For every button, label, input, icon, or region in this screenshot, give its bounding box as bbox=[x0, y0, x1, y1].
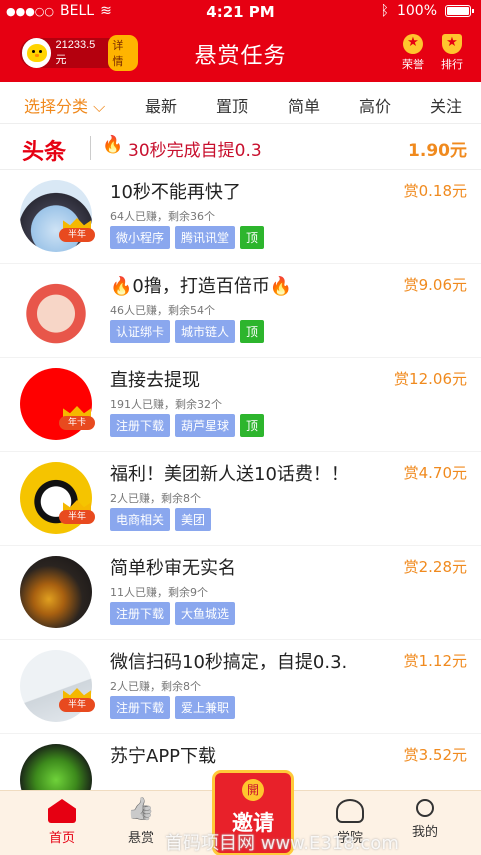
bluetooth-icon: ᛒ bbox=[380, 3, 389, 19]
tag: 微小程序 bbox=[110, 226, 171, 249]
top-tag: 顶 bbox=[240, 414, 265, 437]
task-row[interactable]: 半年 福利！美团新人送10话费！！ 2人已赚，剩余8个 电商相关 美团 赏4.7… bbox=[0, 452, 481, 546]
task-row[interactable]: 简单秒审无实名 11人已赚，剩余9个 注册下载 大鱼城选 赏2.28元 bbox=[0, 546, 481, 640]
avatar bbox=[20, 556, 92, 628]
filter-pinned[interactable]: 置顶 bbox=[216, 93, 248, 117]
honor-label: 荣誉 bbox=[402, 58, 424, 71]
medal-icon bbox=[403, 34, 423, 54]
tab-home[interactable]: 首页 bbox=[32, 799, 92, 846]
task-title: 苏宁APP下载 bbox=[110, 746, 217, 767]
filter-simple[interactable]: 简单 bbox=[288, 93, 320, 117]
filter-bar: 选择分类 ⌵ 最新 置顶 简单 高价 关注 bbox=[0, 82, 481, 124]
trophy-icon bbox=[442, 34, 462, 54]
rank-button[interactable]: 排行 bbox=[437, 34, 467, 72]
task-reward: 赏1.12元 bbox=[403, 652, 467, 670]
task-tags: 微小程序 腾讯讯堂 顶 bbox=[110, 226, 265, 249]
task-title: 福利！美团新人送10话费！！ bbox=[110, 464, 349, 485]
tag: 认证绑卡 bbox=[110, 320, 171, 343]
headline-text: 30秒完成自提0.3 bbox=[128, 141, 262, 161]
tab-me[interactable]: 我的 bbox=[395, 799, 455, 840]
tab-home-label: 首页 bbox=[48, 831, 75, 846]
task-row[interactable]: 🔥0撸，打造百倍币🔥 46人已赚，剩余54个 认证绑卡 城市链人 顶 赏9.06… bbox=[0, 264, 481, 358]
tag: 美团 bbox=[175, 508, 212, 531]
filter-category[interactable]: 选择分类 ⌵ bbox=[24, 93, 105, 117]
task-tags: 注册下载 大鱼城选 bbox=[110, 602, 236, 625]
task-row[interactable]: 年卡 直接去提现 191人已赚，剩余32个 注册下载 葫芦星球 顶 赏12.06… bbox=[0, 358, 481, 452]
task-reward: 赏9.06元 bbox=[403, 276, 467, 294]
task-meta: 191人已赚，剩余32个 bbox=[110, 398, 222, 411]
filter-follow[interactable]: 关注 bbox=[430, 93, 462, 117]
task-row[interactable]: 半年 微信扫码10秒搞定，自提0.3. 2人已赚，剩余8个 注册下载 爱上兼职 … bbox=[0, 640, 481, 734]
honor-button[interactable]: 荣誉 bbox=[398, 34, 428, 72]
avatar bbox=[20, 274, 92, 346]
task-reward: 赏2.28元 bbox=[403, 558, 467, 576]
task-title: 简单秒审无实名 bbox=[110, 558, 236, 579]
filter-latest[interactable]: 最新 bbox=[145, 93, 177, 117]
headline-row[interactable]: 头条 🔥 30秒完成自提0.3 1.90元 bbox=[0, 124, 481, 170]
badge: 半年 bbox=[59, 500, 95, 524]
task-title: 🔥0撸，打造百倍币🔥 bbox=[110, 276, 293, 297]
headline-price: 1.90元 bbox=[408, 141, 467, 161]
watermark: 首码项目网 www.E318.com bbox=[165, 833, 399, 854]
battery-label: 100% bbox=[396, 3, 437, 19]
thumbs-up-icon bbox=[127, 799, 155, 823]
tag: 大鱼城选 bbox=[175, 602, 236, 625]
task-meta: 11人已赚，剩余9个 bbox=[110, 586, 208, 599]
rank-label: 排行 bbox=[441, 58, 463, 71]
task-title: 微信扫码10秒搞定，自提0.3. bbox=[110, 652, 348, 673]
home-icon bbox=[48, 799, 76, 823]
filter-high-price[interactable]: 高价 bbox=[359, 93, 391, 117]
task-meta: 64人已赚，剩余36个 bbox=[110, 210, 215, 223]
tab-reward[interactable]: 悬赏 bbox=[111, 799, 171, 846]
badge: 半年 bbox=[59, 688, 95, 712]
chevron-down-icon: ⌵ bbox=[93, 97, 106, 116]
task-meta: 2人已赚，剩余8个 bbox=[110, 680, 201, 693]
task-title: 直接去提现 bbox=[110, 370, 200, 391]
task-tags: 注册下载 爱上兼职 bbox=[110, 696, 236, 719]
tag: 注册下载 bbox=[110, 414, 171, 437]
tag: 注册下载 bbox=[110, 602, 171, 625]
badge: 半年 bbox=[59, 218, 95, 242]
bottom-tab-bar: 首页 悬赏 開 邀请 学院 我的 首码项目网 www.E318.com bbox=[0, 773, 481, 855]
headline-tag: 头条 bbox=[22, 140, 67, 165]
user-icon bbox=[416, 799, 434, 817]
battery-icon bbox=[445, 5, 474, 17]
status-bar: ●●●○○ BELL ≋ 4:21 PM ᛒ 100% bbox=[0, 0, 481, 24]
tag: 葫芦星球 bbox=[175, 414, 236, 437]
status-right: ᛒ 100% bbox=[380, 3, 474, 19]
red-envelope-icon: 開 bbox=[242, 779, 264, 801]
tag: 爱上兼职 bbox=[175, 696, 236, 719]
badge: 年卡 bbox=[59, 406, 95, 430]
tag: 城市链人 bbox=[175, 320, 236, 343]
tab-reward-label: 悬赏 bbox=[127, 831, 154, 846]
tag: 腾讯讯堂 bbox=[175, 226, 236, 249]
top-tag: 顶 bbox=[240, 320, 265, 343]
task-title: 10秒不能再快了 bbox=[110, 182, 241, 203]
header-bar: 21233.5元 详情 悬赏任务 荣誉 排行 bbox=[0, 24, 481, 82]
task-tags: 电商相关 美团 bbox=[110, 508, 212, 531]
tag: 电商相关 bbox=[110, 508, 171, 531]
task-meta: 46人已赚，剩余54个 bbox=[110, 304, 215, 317]
fire-icon: 🔥 bbox=[102, 135, 124, 155]
task-tags: 认证绑卡 城市链人 顶 bbox=[110, 320, 265, 343]
task-reward: 赏3.52元 bbox=[403, 746, 467, 764]
divider bbox=[90, 136, 91, 160]
task-reward: 赏12.06元 bbox=[394, 370, 467, 388]
tag: 注册下载 bbox=[110, 696, 171, 719]
task-row[interactable]: 半年 10秒不能再快了 64人已赚，剩余36个 微小程序 腾讯讯堂 顶 赏0.1… bbox=[0, 170, 481, 264]
task-reward: 赏0.18元 bbox=[403, 182, 467, 200]
top-tag: 顶 bbox=[240, 226, 265, 249]
graduation-cap-icon bbox=[336, 799, 364, 823]
task-meta: 2人已赚，剩余8个 bbox=[110, 492, 201, 505]
task-tags: 注册下载 葫芦星球 顶 bbox=[110, 414, 265, 437]
task-reward: 赏4.70元 bbox=[403, 464, 467, 482]
tab-me-label: 我的 bbox=[411, 825, 438, 840]
